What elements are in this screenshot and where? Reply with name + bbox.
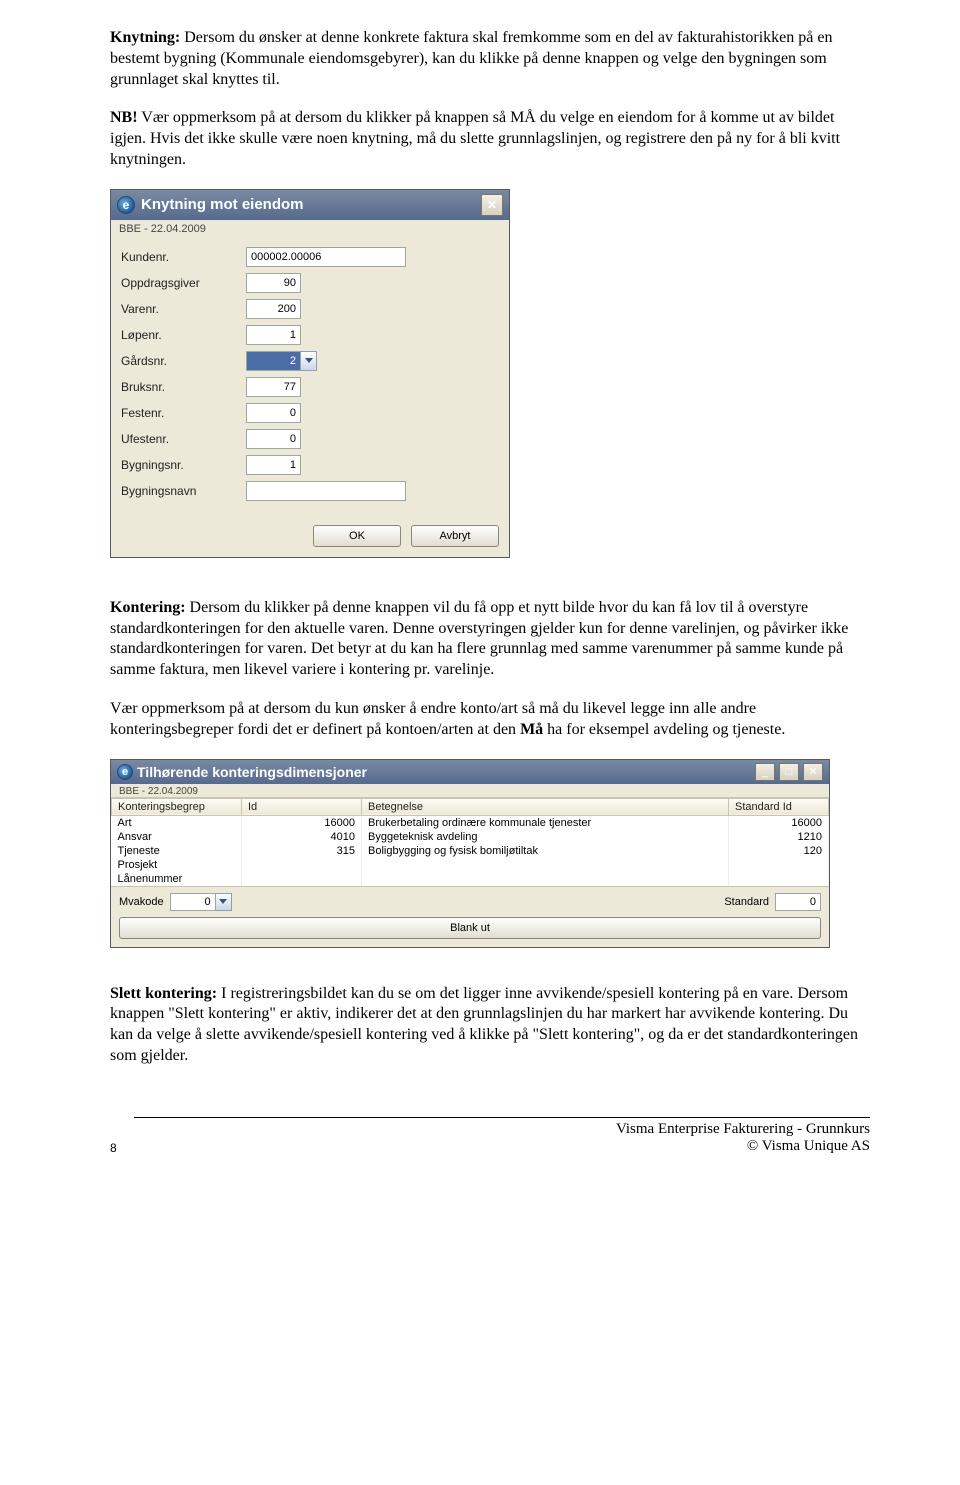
kontering-dialog: e Tilhørende konteringsdimensjoner _ □ ✕… xyxy=(110,759,830,948)
label-bygningsnavn: Bygningsnavn xyxy=(121,484,246,498)
page-footer: 8 Visma Enterprise Fakturering - Grunnku… xyxy=(110,1117,870,1155)
table-row[interactable]: Lånenummer xyxy=(112,872,829,886)
cell-betegnelse[interactable]: Brukerbetaling ordinære kommunale tjenes… xyxy=(362,815,729,830)
footer-line1: Visma Enterprise Fakturering - Grunnkurs xyxy=(616,1121,870,1137)
lead-knytning: Knytning: xyxy=(110,29,180,46)
cell-begrep: Tjeneste xyxy=(112,844,242,858)
dialog2-titlebar: e Tilhørende konteringsdimensjoner _ □ ✕ xyxy=(111,760,829,784)
table-row[interactable]: Tjeneste315Boligbygging og fysisk bomilj… xyxy=(112,844,829,858)
cell-betegnelse[interactable]: Byggeteknisk avdeling xyxy=(362,830,729,844)
dropdown-mvakode[interactable] xyxy=(216,893,232,911)
th-betegnelse[interactable]: Betegnelse xyxy=(362,798,729,815)
cell-id[interactable]: 315 xyxy=(242,844,362,858)
paragraph-note: Vær oppmerksom på at dersom du kun ønske… xyxy=(110,699,870,741)
th-std[interactable]: Standard Id xyxy=(729,798,829,815)
input-varenr[interactable]: 200 xyxy=(246,299,301,319)
cell-begrep: Art xyxy=(112,815,242,830)
kontering-tbody: Art16000Brukerbetaling ordinære kommunal… xyxy=(112,815,829,886)
cancel-button[interactable]: Avbryt xyxy=(411,525,499,547)
paragraph-slett: Slett kontering: I registreringsbildet k… xyxy=(110,984,870,1067)
input-ufestenr[interactable]: 0 xyxy=(246,429,301,449)
page-number: 8 xyxy=(110,1141,134,1155)
cell-id[interactable]: 4010 xyxy=(242,830,362,844)
cell-begrep: Lånenummer xyxy=(112,872,242,886)
close-icon[interactable]: ✕ xyxy=(803,763,823,781)
dialog-title: Knytning mot eiendom xyxy=(141,196,304,213)
cell-id[interactable] xyxy=(242,858,362,872)
input-gardsnr[interactable]: 2 xyxy=(246,351,301,371)
input-festenr[interactable]: 0 xyxy=(246,403,301,423)
cell-betegnelse[interactable] xyxy=(362,872,729,886)
cell-std[interactable]: 16000 xyxy=(729,815,829,830)
cell-std[interactable] xyxy=(729,858,829,872)
dialog-subtitle: BBE - 22.04.2009 xyxy=(111,220,509,235)
cell-id[interactable] xyxy=(242,872,362,886)
minimize-icon[interactable]: _ xyxy=(755,763,775,781)
paragraph-knytning: Knytning: Dersom du ønsker at denne konk… xyxy=(110,28,870,90)
input-mvakode[interactable]: 0 xyxy=(170,893,216,911)
knytning-dialog: e Knytning mot eiendom ✕ BBE - 22.04.200… xyxy=(110,189,510,558)
label-oppdragsgiver: Oppdragsgiver xyxy=(121,276,246,290)
th-begrep[interactable]: Konteringsbegrep xyxy=(112,798,242,815)
label-standard: Standard xyxy=(724,896,769,908)
cell-id[interactable]: 16000 xyxy=(242,815,362,830)
close-icon[interactable]: ✕ xyxy=(481,194,503,216)
table-row[interactable]: Art16000Brukerbetaling ordinære kommunal… xyxy=(112,815,829,830)
input-standard[interactable]: 0 xyxy=(775,893,821,911)
cell-betegnelse[interactable] xyxy=(362,858,729,872)
table-row[interactable]: Prosjekt xyxy=(112,858,829,872)
lead-kontering: Kontering: xyxy=(110,599,186,616)
lead-nb: NB! xyxy=(110,109,138,126)
cell-std[interactable]: 1210 xyxy=(729,830,829,844)
cell-begrep: Prosjekt xyxy=(112,858,242,872)
dropdown-gardsnr[interactable] xyxy=(301,351,317,371)
dialog2-title: Tilhørende konteringsdimensjoner xyxy=(137,764,751,780)
input-oppdragsgiver[interactable]: 90 xyxy=(246,273,301,293)
footer-line2: © Visma Unique AS xyxy=(747,1138,870,1154)
input-bygningsnr[interactable]: 1 xyxy=(246,455,301,475)
label-ufestenr: Ufestenr. xyxy=(121,432,246,446)
cell-betegnelse[interactable]: Boligbygging og fysisk bomiljøtiltak xyxy=(362,844,729,858)
label-gardsnr: Gårdsnr. xyxy=(121,354,246,368)
label-bygningsnr: Bygningsnr. xyxy=(121,458,246,472)
input-bygningsnavn[interactable] xyxy=(246,481,406,501)
input-bruksnr[interactable]: 77 xyxy=(246,377,301,397)
blank-ut-button[interactable]: Blank ut xyxy=(119,917,821,939)
ok-button[interactable]: OK xyxy=(313,525,401,547)
input-kundenr[interactable]: 000002.00006 xyxy=(246,247,406,267)
kontering-table: Konteringsbegrep Id Betegnelse Standard … xyxy=(111,798,829,886)
input-lopenr[interactable]: 1 xyxy=(246,325,301,345)
chevron-down-icon xyxy=(219,899,227,905)
app-icon: e xyxy=(117,196,135,214)
cell-std[interactable] xyxy=(729,872,829,886)
dialog2-subtitle: BBE - 22.04.2009 xyxy=(111,784,829,798)
paragraph-kontering: Kontering: Dersom du klikker på denne kn… xyxy=(110,598,870,681)
dialog-titlebar: e Knytning mot eiendom ✕ xyxy=(111,190,509,220)
paragraph-nb: NB! Vær oppmerksom på at dersom du klikk… xyxy=(110,108,870,170)
label-kundenr: Kundenr. xyxy=(121,250,246,264)
lead-slett: Slett kontering: xyxy=(110,985,217,1002)
label-festenr: Festenr. xyxy=(121,406,246,420)
label-mvakode: Mvakode xyxy=(119,896,164,908)
label-bruksnr: Bruksnr. xyxy=(121,380,246,394)
label-varenr: Varenr. xyxy=(121,302,246,316)
maximize-icon[interactable]: □ xyxy=(779,763,799,781)
cell-begrep: Ansvar xyxy=(112,830,242,844)
table-row[interactable]: Ansvar4010Byggeteknisk avdeling1210 xyxy=(112,830,829,844)
app-icon: e xyxy=(117,764,133,780)
label-lopenr: Løpenr. xyxy=(121,328,246,342)
th-id[interactable]: Id xyxy=(242,798,362,815)
chevron-down-icon xyxy=(305,358,313,364)
cell-std[interactable]: 120 xyxy=(729,844,829,858)
